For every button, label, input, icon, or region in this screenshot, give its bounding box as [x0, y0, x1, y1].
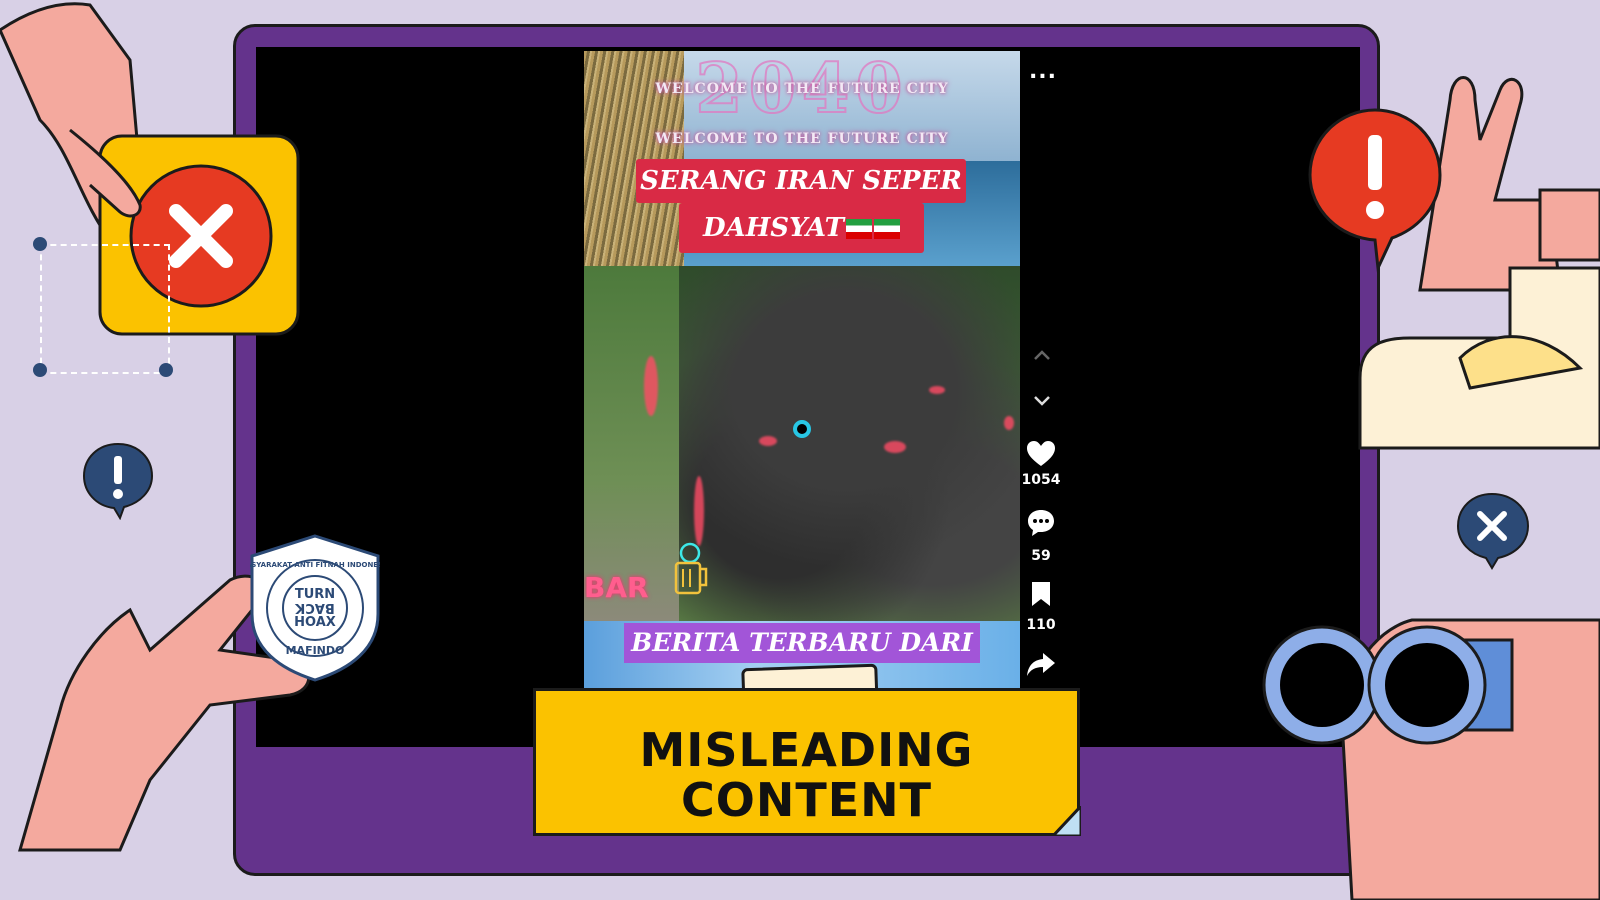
video-top-scene: 2040 WELCOME TO THE FUTURE CITY WELCOME … [584, 51, 1020, 266]
welcome-text-2: WELCOME TO THE FUTURE CITY [655, 131, 949, 147]
iran-flag-icon [846, 219, 873, 239]
verdict-text: MISLEADING CONTENT [536, 725, 1077, 825]
beer-mug-icon [674, 542, 708, 595]
binoculars-illustration [1262, 618, 1600, 900]
more-options-button[interactable]: ... [1028, 59, 1058, 84]
headline-line-1: SERANG IRAN SEPER [640, 166, 962, 196]
likes-count: 1054 [1021, 472, 1061, 488]
selection-handle [33, 363, 47, 377]
headline-banner-2: DAHSYAT [679, 203, 924, 253]
page-fold-icon [1053, 806, 1081, 836]
selection-box [40, 244, 170, 374]
close-bubble-icon [1456, 492, 1530, 570]
badge-hoax: HOAX [294, 615, 336, 630]
iran-flag-icon [874, 219, 901, 239]
share-button[interactable] [1011, 651, 1071, 681]
bookmark-icon [1032, 582, 1050, 606]
bar-neon-sign: BAR [584, 571, 649, 604]
mafindo-badge: TURN BACK HOAX MASYARAKAT ANTI FITNAH IN… [250, 534, 380, 682]
verdict-line-1: MISLEADING [639, 723, 974, 777]
heart-icon [1027, 441, 1055, 466]
selection-handle [33, 237, 47, 251]
badge-mafindo: MAFINDO [286, 644, 345, 657]
welcome-text-1: WELCOME TO THE FUTURE CITY [655, 81, 949, 97]
video-player[interactable]: 2040 WELCOME TO THE FUTURE CITY WELCOME … [584, 51, 1020, 701]
badge-ring-text: MASYARAKAT ANTI FITNAH INDONESIA [250, 561, 380, 569]
comment-button[interactable]: 59 [1011, 508, 1071, 564]
save-button[interactable]: 110 [1011, 581, 1071, 633]
share-arrow-icon [1027, 653, 1055, 676]
verdict-line-2: CONTENT [680, 773, 933, 827]
video-screen: 2040 WELCOME TO THE FUTURE CITY WELCOME … [256, 47, 1360, 747]
paper-scroll-illustration [1358, 266, 1600, 450]
like-button[interactable]: 1054 [1011, 440, 1071, 488]
video-smoke-scene [584, 266, 1020, 621]
badge-turn: TURN [295, 587, 335, 602]
verdict-label: MISLEADING CONTENT [533, 688, 1080, 836]
comment-icon [1028, 510, 1054, 536]
headline-line-2: DAHSYAT [702, 213, 845, 243]
headline-banner-1: SERANG IRAN SEPER [636, 159, 966, 203]
chevron-up-icon[interactable] [1028, 347, 1056, 366]
badge-back: BACK [294, 600, 335, 615]
selection-handle [159, 363, 173, 377]
bottom-news-banner: BERITA TERBARU DARI [624, 623, 980, 663]
chevron-down-icon[interactable] [1028, 393, 1056, 412]
comments-count: 59 [1031, 548, 1051, 564]
exclamation-bubble-icon [82, 442, 154, 520]
play-cursor-icon [793, 420, 811, 438]
saves-count: 110 [1026, 617, 1056, 633]
